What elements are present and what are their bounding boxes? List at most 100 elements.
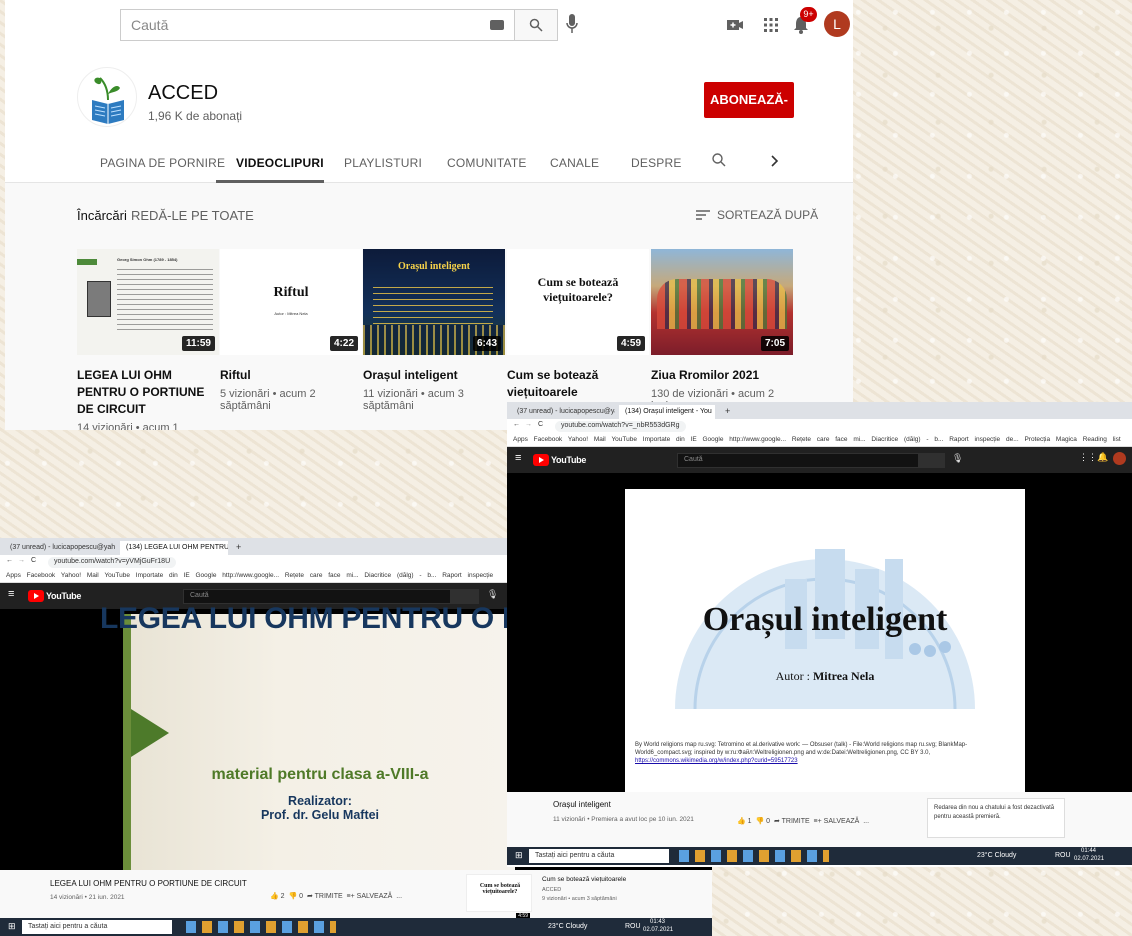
microphone-icon[interactable]: 🎙	[487, 589, 498, 600]
url-field[interactable]: youtube.com/watch?v=yVMjGuFr18U	[48, 557, 177, 568]
share-button[interactable]: TRIMITE	[782, 818, 810, 825]
clock-date[interactable]: 02.07.2021	[643, 927, 673, 933]
bookmark[interactable]: Diacritice (dălg) - b...	[871, 436, 943, 443]
next-video-thumbnail[interactable]: Cum se botează viețuitoarele? 4:59	[466, 874, 532, 919]
weather[interactable]: 23°C Cloudy	[977, 852, 1016, 859]
save-icon[interactable]: ≡+	[814, 818, 822, 825]
browser-tab-mail[interactable]: (37 unread) - lucicapopescu@yah	[511, 405, 615, 419]
clock-time[interactable]: 01:44	[1081, 848, 1096, 854]
more-button[interactable]: ...	[396, 893, 402, 900]
tab-about[interactable]: DESPRE	[631, 156, 682, 170]
video-card[interactable]: 7:05 Ziua Rromilor 2021 130 de vizionări…	[651, 249, 793, 412]
windows-start-icon[interactable]: ⊞	[515, 850, 523, 861]
menu-icon[interactable]: ≡	[8, 588, 14, 600]
save-icon[interactable]: ≡+	[347, 893, 355, 900]
taskbar-apps[interactable]	[186, 921, 336, 933]
browser-tab-video[interactable]: (134) LEGEA LUI OHM PENTRU	[120, 541, 228, 555]
like-icon[interactable]: 👍	[737, 818, 746, 825]
video-title[interactable]: LEGEA LUI OHM PENTRU O PORTIUNE DE CIRCU…	[77, 367, 219, 418]
new-tab-icon[interactable]: +	[230, 541, 247, 555]
bookmark[interactable]: Diacritice (dălg) - b...	[364, 572, 436, 579]
video-card[interactable]: Riftul Autor : Mitrea Nela 4:22 Riftul 5…	[220, 249, 362, 412]
play-all-button[interactable]: REDĂ-LE PE TOATE	[131, 208, 254, 223]
bookmark[interactable]: http://www.google...	[729, 436, 786, 443]
apps-grid-icon[interactable]	[761, 15, 781, 35]
tab-community[interactable]: COMUNITATE	[447, 156, 527, 170]
search-button[interactable]	[514, 9, 558, 41]
video-thumbnail[interactable]: Cum se botează viețuitoarele? 4:59	[507, 249, 649, 355]
video-player[interactable]: Orașul inteligent Autor : Mitrea Nela By…	[507, 473, 1132, 792]
next-video-title[interactable]: Cum se botează viețuitoarele	[542, 876, 626, 883]
video-card[interactable]: Cum se botează viețuitoarele? 4:59 Cum s…	[507, 249, 649, 417]
search-input[interactable]: Caută	[120, 9, 514, 41]
video-title[interactable]: Riftul	[220, 367, 362, 384]
back-icon[interactable]: ←	[6, 557, 13, 564]
new-tab-icon[interactable]: +	[719, 405, 736, 419]
bookmark[interactable]: Protecția Magica	[1024, 436, 1076, 443]
input-language[interactable]: ROU	[1055, 852, 1071, 859]
taskbar-search[interactable]: Tastați aici pentru a căuta	[22, 920, 172, 934]
bookmark[interactable]: Reading list	[1083, 436, 1121, 443]
clock-time[interactable]: 01:43	[650, 919, 665, 925]
channel-search-icon[interactable]	[711, 152, 727, 168]
share-icon[interactable]: ➦	[774, 818, 780, 825]
more-button[interactable]: ...	[863, 818, 869, 825]
video-thumbnail[interactable]: Georg Simon Ohm (1789 - 1854) 11:59	[77, 249, 219, 355]
bookmark[interactable]: Facebook	[27, 572, 56, 579]
video-card[interactable]: Orașul inteligent 6:43 Orașul inteligent…	[363, 249, 505, 412]
youtube-logo[interactable]: YouTube	[28, 590, 81, 602]
bookmark[interactable]: http://www.google...	[222, 572, 279, 579]
reload-icon[interactable]: C	[538, 421, 543, 428]
video-card[interactable]: Georg Simon Ohm (1789 - 1854) 11:59 LEGE…	[77, 249, 219, 430]
bookmark[interactable]: Google	[196, 572, 217, 579]
taskbar-search[interactable]: Tastați aici pentru a căuta	[529, 849, 669, 863]
create-video-icon[interactable]	[725, 15, 745, 35]
forward-icon[interactable]: →	[525, 421, 532, 428]
share-button[interactable]: TRIMITE	[315, 893, 343, 900]
sort-by-button[interactable]: SORTEAZĂ DUPĂ	[717, 208, 818, 222]
tab-home[interactable]: PAGINA DE PORNIRE	[100, 156, 225, 170]
bookmark[interactable]: Yahoo! Mail	[61, 572, 99, 579]
subscribe-button[interactable]: ABONEAZĂ-TE	[704, 82, 794, 143]
microphone-icon[interactable]: 🎙	[952, 453, 963, 464]
video-title[interactable]: Orașul inteligent	[363, 367, 505, 384]
search-input[interactable]: Caută	[677, 453, 919, 468]
video-title[interactable]: Cum se botează viețuitoarele	[507, 367, 649, 401]
youtube-logo[interactable]: YouTube	[533, 454, 586, 466]
credit-link[interactable]: https://commons.wikimedia.org/w/index.ph…	[635, 758, 798, 764]
share-icon[interactable]: ➦	[307, 893, 313, 900]
bookmark[interactable]: Yahoo! Mail	[568, 436, 606, 443]
keyboard-icon[interactable]	[490, 20, 504, 30]
browser-tab-mail[interactable]: (37 unread) - lucicapopescu@yah	[4, 541, 116, 555]
bookmark[interactable]: Rețete care face mi...	[792, 436, 866, 443]
bookmark[interactable]: Apps	[6, 572, 21, 579]
bookmark[interactable]: Apps	[513, 436, 528, 443]
search-button[interactable]	[919, 453, 945, 468]
input-language[interactable]: ROU	[625, 923, 641, 930]
reload-icon[interactable]: C	[31, 557, 36, 564]
back-icon[interactable]: ←	[513, 421, 520, 428]
bookmark[interactable]: Google	[703, 436, 724, 443]
dislike-icon[interactable]: 👎	[755, 818, 764, 825]
tab-videos[interactable]: VIDEOCLIPURI	[236, 156, 324, 170]
windows-start-icon[interactable]: ⊞	[8, 921, 16, 932]
video-title[interactable]: Ziua Rromilor 2021	[651, 367, 793, 384]
video-thumbnail[interactable]: Orașul inteligent 6:43	[363, 249, 505, 355]
like-icon[interactable]: 👍	[270, 893, 279, 900]
video-thumbnail[interactable]: 7:05	[651, 249, 793, 355]
apps-grid-icon[interactable]: ⋮⋮	[1079, 452, 1097, 463]
weather[interactable]: 23°C Cloudy	[548, 923, 587, 930]
bookmark[interactable]: YouTube	[104, 572, 130, 579]
save-button[interactable]: SALVEAZĂ	[824, 818, 860, 825]
menu-icon[interactable]: ≡	[515, 452, 521, 464]
bell-icon[interactable]: 🔔	[1097, 452, 1108, 463]
video-thumbnail[interactable]: Riftul Autor : Mitrea Nela 4:22	[220, 249, 362, 355]
bookmark[interactable]: Importate din IE	[643, 436, 697, 443]
taskbar-apps[interactable]	[679, 850, 829, 862]
tab-playlists[interactable]: PLAYLISTURI	[344, 156, 422, 170]
url-field[interactable]: youtube.com/watch?v=_nbR553dGRg	[555, 421, 686, 432]
tab-channels[interactable]: CANALE	[550, 156, 599, 170]
save-button[interactable]: SALVEAZĂ	[357, 893, 393, 900]
bookmark[interactable]: Importate din IE	[136, 572, 190, 579]
dislike-icon[interactable]: 👎	[288, 893, 297, 900]
